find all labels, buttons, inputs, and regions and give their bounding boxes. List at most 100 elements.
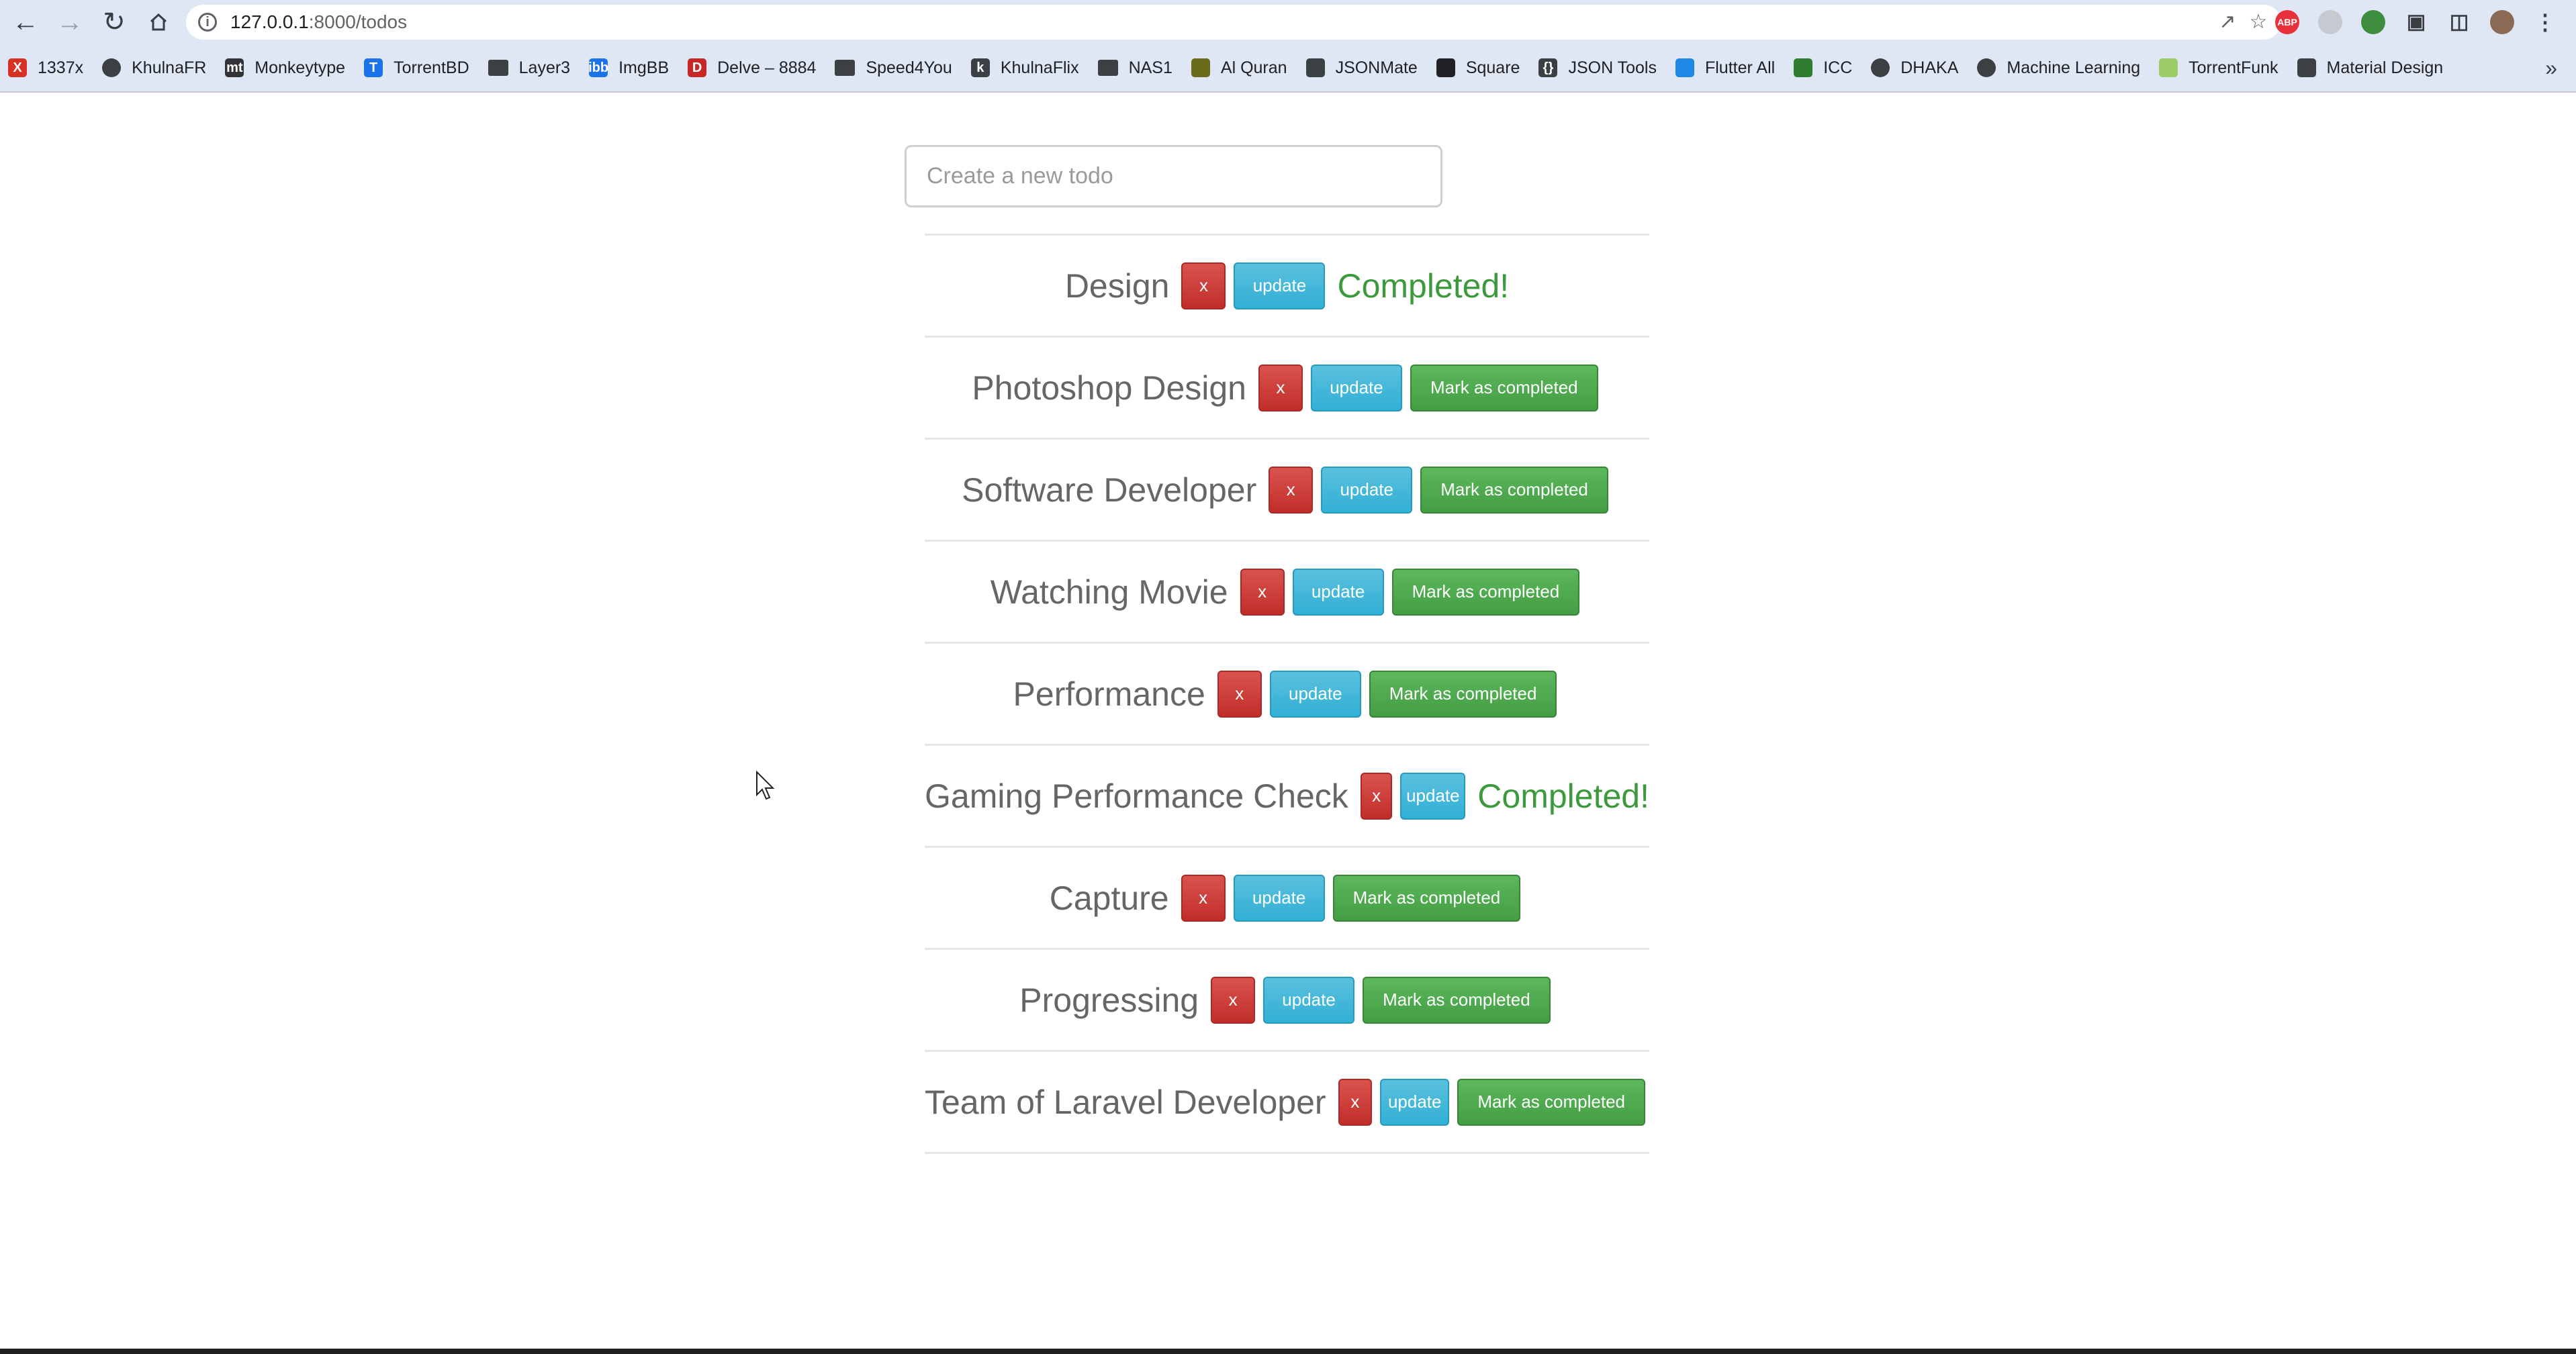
bookmark-label: DHAKA: [1900, 58, 1959, 77]
x-logo-icon: X: [8, 58, 27, 77]
adblock-plus-icon[interactable]: ABP: [2275, 10, 2299, 34]
bookmark-item[interactable]: T TorrentBD: [356, 44, 480, 91]
mark-completed-button[interactable]: Mark as completed: [1457, 1078, 1645, 1126]
kebab-menu-icon[interactable]: ⋮: [2533, 10, 2557, 34]
back-button[interactable]: ←: [7, 3, 44, 41]
delete-todo-button[interactable]: x: [1258, 364, 1303, 412]
update-todo-button[interactable]: update: [1263, 976, 1355, 1024]
home-button[interactable]: [140, 3, 177, 41]
update-todo-button[interactable]: update: [1292, 568, 1384, 616]
sidebar-icon[interactable]: ◫: [2447, 10, 2471, 34]
torrentbd-icon: T: [364, 58, 383, 77]
bookmark-item[interactable]: Machine Learning: [1969, 44, 2151, 91]
globe-icon: [1871, 58, 1890, 77]
todo-title: Capture: [1049, 879, 1169, 917]
todo-item: Design x update Completed!: [925, 234, 1649, 336]
puzzle-icon[interactable]: ▣: [2404, 10, 2428, 34]
todo-item: Gaming Performance Check x update Completed…: [925, 744, 1649, 846]
bookmark-item[interactable]: NAS1: [1090, 44, 1183, 91]
arrow-left-icon: ←: [12, 7, 39, 37]
address-bar[interactable]: i 127.0.0.1:8000/todos ↗ ☆: [186, 5, 2281, 40]
bookmark-label: Monkeytype: [255, 58, 346, 77]
delete-todo-button[interactable]: x: [1181, 262, 1226, 309]
bookmark-label: Delve – 8884: [717, 58, 817, 77]
forward-button[interactable]: →: [51, 3, 89, 41]
delete-todo-button[interactable]: x: [1217, 670, 1262, 718]
todo-item: Performance x update Mark as completed: [925, 642, 1649, 744]
bookmark-item[interactable]: ibb ImgBB: [581, 44, 680, 91]
update-todo-button[interactable]: update: [1321, 466, 1413, 514]
cloud-extension-icon[interactable]: [2318, 10, 2342, 34]
bookmark-label: ImgBB: [618, 58, 670, 77]
profile-avatar[interactable]: [2490, 10, 2514, 34]
bookmark-item[interactable]: {} JSON Tools: [1530, 44, 1667, 91]
bookmark-item[interactable]: mt Monkeytype: [217, 44, 356, 91]
bookmark-item[interactable]: DHAKA: [1863, 44, 1969, 91]
star-icon[interactable]: ☆: [2246, 10, 2270, 34]
delete-todo-button[interactable]: x: [1360, 772, 1393, 820]
bookmark-item[interactable]: ICC: [1786, 44, 1863, 91]
todo-title: Watching Movie: [990, 573, 1228, 611]
folder-icon: [488, 60, 508, 76]
bookmark-item[interactable]: Al Quran: [1183, 44, 1298, 91]
khulnaflix-icon: k: [970, 58, 990, 77]
completed-status-label: Completed!: [1337, 267, 1510, 305]
update-todo-button[interactable]: update: [1380, 1078, 1450, 1126]
mark-completed-button[interactable]: Mark as completed: [1391, 568, 1580, 616]
bookmarks-bar: X 1337x KhulnaFR mt Monkeytype T TorrentBD Laye…: [0, 44, 2576, 93]
bookmarks-more-button[interactable]: »: [2545, 44, 2557, 91]
mark-completed-button[interactable]: Mark as completed: [1363, 976, 1551, 1024]
bookmark-label: JSONMate: [1335, 58, 1418, 77]
update-todo-button[interactable]: update: [1400, 772, 1466, 820]
mark-completed-button[interactable]: Mark as completed: [1420, 466, 1608, 514]
bookmark-item[interactable]: Square: [1428, 44, 1531, 91]
mark-completed-button[interactable]: Mark as completed: [1332, 874, 1521, 922]
delete-todo-button[interactable]: x: [1338, 1078, 1373, 1126]
globe-icon: [1977, 58, 1996, 77]
bookmark-item[interactable]: TorrentFunk: [2151, 44, 2289, 91]
bookmark-label: NAS1: [1128, 58, 1172, 77]
site-info-icon[interactable]: i: [198, 13, 217, 32]
update-todo-button[interactable]: update: [1233, 874, 1325, 922]
reload-button[interactable]: ↻: [95, 3, 133, 41]
delete-todo-button[interactable]: x: [1240, 568, 1285, 616]
bookmark-label: 1337x: [38, 58, 84, 77]
delete-todo-button[interactable]: x: [1181, 874, 1226, 922]
bookmark-item[interactable]: Material Design: [2289, 44, 2454, 91]
mark-completed-button[interactable]: Mark as completed: [1410, 364, 1598, 412]
url-text[interactable]: 127.0.0.1:8000/todos: [230, 11, 407, 33]
mark-completed-button[interactable]: Mark as completed: [1369, 670, 1557, 718]
bookmark-label: Flutter All: [1704, 58, 1776, 77]
bookmark-item[interactable]: D Delve – 8884: [680, 44, 827, 91]
todo-item: Watching Movie x update Mark as completed: [925, 540, 1649, 642]
bookmark-label: Layer3: [518, 58, 571, 77]
delete-todo-button[interactable]: x: [1269, 466, 1314, 514]
url-host: 127.0.0.1: [230, 11, 309, 32]
bookmark-item[interactable]: k KhulnaFlix: [963, 44, 1090, 91]
bookmark-item[interactable]: X 1337x: [0, 44, 94, 91]
bookmark-item[interactable]: JSONMate: [1298, 44, 1428, 91]
todo-title: Performance: [1013, 675, 1205, 713]
share-icon[interactable]: ↗: [2215, 10, 2240, 34]
bookmark-label: KhulnaFR: [132, 58, 207, 77]
bookmark-item[interactable]: Flutter All: [1667, 44, 1786, 91]
folder-icon: [1097, 60, 1118, 76]
bookmark-item[interactable]: Layer3: [480, 44, 581, 91]
todo-title: Software Developer: [962, 471, 1257, 509]
bookmark-label: Machine Learning: [2007, 58, 2141, 77]
update-todo-button[interactable]: update: [1234, 262, 1326, 309]
update-todo-button[interactable]: update: [1269, 670, 1361, 718]
delete-todo-button[interactable]: x: [1211, 976, 1256, 1024]
bookmark-label: TorrentFunk: [2189, 58, 2279, 77]
icc-icon: [1794, 58, 1813, 77]
todo-item: Software Developer x update Mark as complet…: [925, 438, 1649, 540]
bookmark-item[interactable]: KhulnaFR: [94, 44, 217, 91]
todo-item: Team of Laravel Developer x update Mark as …: [925, 1050, 1649, 1154]
update-todo-button[interactable]: update: [1310, 364, 1402, 412]
browser-toolbar: ← → ↻ i 127.0.0.1:8000/todos ↗ ☆ ABP ▣ ◫…: [0, 0, 2576, 44]
bookmark-item[interactable]: Speed4You: [827, 44, 962, 91]
globe-extension-icon[interactable]: [2361, 10, 2385, 34]
new-todo-input[interactable]: [905, 145, 1442, 207]
url-path: :8000/todos: [308, 11, 408, 32]
imgbb-icon: ibb: [588, 58, 608, 77]
